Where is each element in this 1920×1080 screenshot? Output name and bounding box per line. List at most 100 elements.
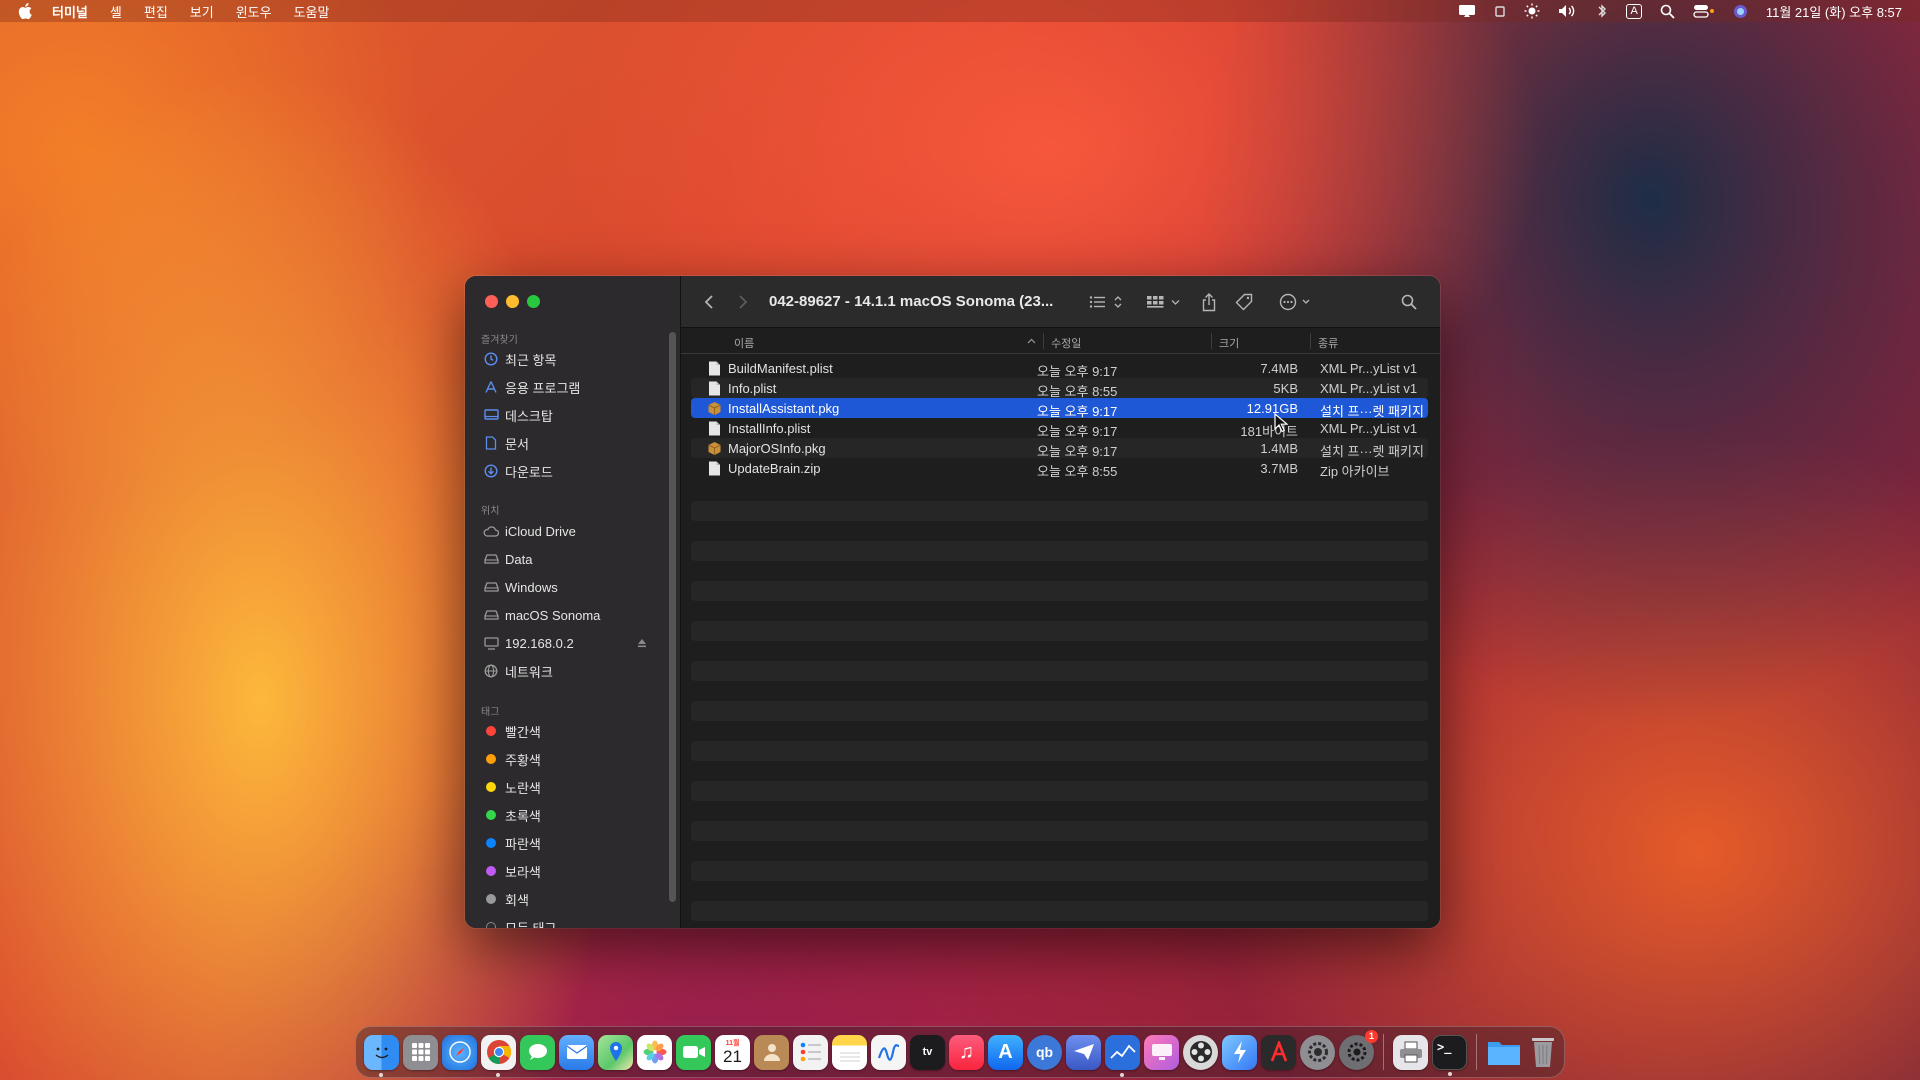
facetime-app[interactable] (676, 1034, 711, 1070)
qbittorrent-app[interactable]: qb (1027, 1034, 1062, 1070)
column-divider[interactable] (1043, 333, 1044, 349)
davinci-app[interactable] (1183, 1034, 1218, 1070)
spotlight-icon[interactable] (1660, 4, 1675, 19)
sidebar-item-recents[interactable]: 최근 항목 (483, 348, 663, 370)
sidebar-tag-orange[interactable]: 주황색 (483, 748, 663, 770)
screens-app[interactable] (1144, 1034, 1179, 1070)
apple-menu-icon[interactable] (18, 3, 32, 19)
sidebar-item-data[interactable]: Data (483, 548, 663, 570)
printer-icon (1399, 1041, 1422, 1063)
group-button[interactable] (1144, 290, 1184, 314)
software-update-app[interactable]: 1 (1339, 1029, 1378, 1070)
search-button[interactable] (1398, 290, 1420, 314)
notes-app[interactable] (832, 1034, 867, 1070)
sidebar-item-network[interactable]: 네트워크 (483, 660, 663, 682)
acrobat-app[interactable] (1261, 1034, 1296, 1070)
calendar-app[interactable]: 11월 21 (715, 1034, 750, 1070)
contacts-app[interactable] (754, 1034, 789, 1070)
menu-shell[interactable]: 셸 (110, 2, 122, 21)
sidebar-item-icloud-drive[interactable]: iCloud Drive (483, 520, 663, 542)
sort-ascending-icon[interactable] (1027, 338, 1036, 344)
menu-app-name[interactable]: 터미널 (52, 2, 88, 21)
dock-separator (1383, 1034, 1384, 1070)
mail-app[interactable] (559, 1034, 594, 1070)
file-row[interactable]: BuildManifest.plist 오늘 오후 9:17 7.4MB XML… (691, 358, 1428, 379)
sidebar-item-applications[interactable]: 응용 프로그램 (483, 376, 663, 398)
column-divider[interactable] (1211, 333, 1212, 349)
siri-icon[interactable] (1733, 4, 1748, 19)
minimize-button[interactable] (506, 295, 519, 308)
column-date[interactable]: 수정일 (1051, 335, 1081, 351)
column-name[interactable]: 이름 (734, 335, 754, 351)
file-row[interactable]: MajorOSInfo.pkg 오늘 오후 9:17 1.4MB 설치 프···… (691, 438, 1428, 459)
view-mode-button[interactable] (1086, 290, 1126, 314)
sidebar-item-desktop[interactable]: 데스크탑 (483, 404, 663, 426)
trash-app[interactable] (1525, 1035, 1560, 1070)
file-row[interactable]: UpdateBrain.zip 오늘 오후 8:55 3.7MB Zip 아카이… (691, 458, 1428, 479)
downloads-folder[interactable] (1486, 1035, 1521, 1070)
forward-button[interactable] (733, 290, 753, 314)
brightness-icon[interactable] (1524, 3, 1540, 19)
sidebar-tag-blue[interactable]: 파란색 (483, 832, 663, 854)
sidebar-tag-gray[interactable]: 회색 (483, 888, 663, 910)
sidebar-item-downloads[interactable]: 다운로드 (483, 460, 663, 482)
file-size: 3.7MB (1260, 461, 1298, 476)
file-row[interactable]: InstallInfo.plist 오늘 오후 9:17 181바이트 XML … (691, 418, 1428, 439)
stocks-app[interactable] (1105, 1034, 1140, 1077)
more-actions-button[interactable] (1277, 290, 1315, 314)
share-button[interactable] (1198, 290, 1220, 314)
finder-window: 즐겨찾기 최근 항목 응용 프로그램 데스크탑 문서 다운로드 위치 iClou… (465, 276, 1440, 928)
zoom-button[interactable] (527, 295, 540, 308)
settings-app[interactable] (1300, 1034, 1335, 1070)
printer-app[interactable] (1393, 1034, 1428, 1070)
sidebar-tag-purple[interactable]: 보라색 (483, 860, 663, 882)
safari-app[interactable] (442, 1034, 477, 1070)
freeform-app[interactable] (871, 1034, 906, 1070)
file-row-selected[interactable]: InstallAssistant.pkg 오늘 오후 9:17 12.91GB … (691, 398, 1428, 419)
messages-app[interactable] (520, 1034, 555, 1070)
file-row[interactable]: Info.plist 오늘 오후 8:55 5KB XML Pr...yList… (691, 378, 1428, 399)
appstore-app[interactable]: A (988, 1034, 1023, 1070)
sidebar-tag-red[interactable]: 빨간색 (483, 720, 663, 742)
sidebar-item-server[interactable]: 192.168.0.2 (483, 632, 663, 654)
sidebar-scrollbar[interactable] (669, 332, 676, 902)
reminders-app[interactable] (793, 1034, 828, 1070)
shortcuts-app[interactable] (1222, 1034, 1257, 1070)
column-header: 이름 수정일 크기 종류 (681, 328, 1440, 354)
column-divider[interactable] (1310, 333, 1311, 349)
terminal-app[interactable]: >_ (1432, 1034, 1467, 1076)
appletv-app[interactable]: tv (910, 1034, 945, 1070)
maps-app[interactable] (598, 1034, 633, 1070)
screen-mirroring-icon[interactable] (1458, 4, 1476, 18)
volume-icon[interactable] (1558, 4, 1578, 18)
tag-button[interactable] (1233, 290, 1255, 314)
menu-window[interactable]: 윈도우 (236, 2, 272, 21)
music-app[interactable]: ♫ (949, 1034, 984, 1070)
back-button[interactable] (699, 290, 719, 314)
finder-app[interactable] (364, 1034, 399, 1077)
sidebar-all-tags[interactable]: 모든 태그… (483, 916, 663, 928)
launchpad-app[interactable] (403, 1034, 438, 1070)
sidebar-item-label: Data (505, 551, 533, 567)
menu-extra-icon[interactable] (1494, 4, 1506, 18)
column-kind[interactable]: 종류 (1318, 335, 1338, 351)
menu-help[interactable]: 도움말 (294, 2, 330, 21)
menu-view[interactable]: 보기 (190, 2, 214, 21)
menubar-clock[interactable]: 11월 21일 (화) 오후 8:57 (1766, 2, 1902, 21)
sidebar-item-windows[interactable]: Windows (483, 576, 663, 598)
sidebar-item-documents[interactable]: 문서 (483, 432, 663, 454)
photos-app[interactable] (637, 1034, 672, 1070)
control-center-icon[interactable] (1693, 4, 1715, 18)
file-size: 7.4MB (1260, 361, 1298, 376)
eject-icon[interactable] (637, 636, 647, 651)
bluetooth-icon[interactable] (1596, 3, 1608, 19)
sidebar-tag-yellow[interactable]: 노란색 (483, 776, 663, 798)
column-size[interactable]: 크기 (1219, 335, 1239, 351)
sidebar-item-macos-sonoma[interactable]: macOS Sonoma (483, 604, 663, 626)
chrome-app[interactable] (481, 1034, 516, 1077)
sidebar-tag-green[interactable]: 초록색 (483, 804, 663, 826)
input-source-icon[interactable]: A (1626, 3, 1642, 19)
close-button[interactable] (485, 295, 498, 308)
mail-send-app[interactable] (1066, 1034, 1101, 1070)
menu-edit[interactable]: 편집 (144, 2, 168, 21)
